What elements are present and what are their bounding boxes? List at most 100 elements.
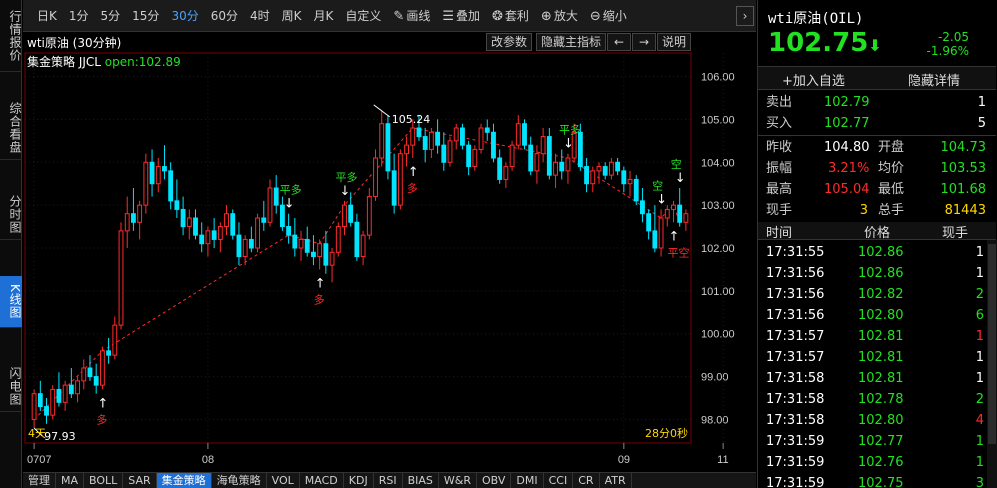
indicator-tab[interactable]: BIAS (403, 473, 439, 488)
sell-signal-label: 空 (652, 178, 663, 192)
indicator-tab[interactable]: 管理 (23, 473, 56, 488)
tick-row: 17:31:56 102.82 2 (758, 284, 984, 305)
period-toolbar: 日K 1分 5分 15分 30分 60分 4时 周K 月K 自定义 ✎ 画线 ☰ 叠… (23, 0, 756, 32)
candle-body (99, 350, 105, 386)
zoom-out-button[interactable]: ⊖ 缩小 (584, 0, 633, 32)
candle-body (149, 161, 155, 185)
indicator-tab[interactable]: VOL (267, 473, 300, 488)
y-tick-label: 101.00 (701, 286, 735, 298)
candle-body (366, 196, 372, 236)
tick-row: 17:31:59 102.76 1 (758, 452, 984, 473)
tick-time: 17:31:58 (766, 392, 825, 407)
candle-body (584, 166, 589, 185)
indicator-tab[interactable]: KDJ (344, 473, 374, 488)
indicator-tab[interactable]: RSI (374, 473, 403, 488)
tick-row: 17:31:57 102.81 1 (758, 326, 984, 347)
indicator-tab[interactable]: CR (573, 473, 600, 488)
y-tick-label: 99.00 (701, 372, 729, 384)
candle-body (354, 221, 360, 258)
down-arrow-icon: ⬇ (868, 36, 882, 55)
candle-body (217, 226, 223, 240)
left-tab-bar: 行情报价 综合看盘 分时图 K线图 闪电图 (0, 0, 22, 488)
indicator-tab[interactable]: MACD (300, 473, 344, 488)
divider (758, 135, 996, 136)
hide-detail-button[interactable]: 隐藏详情 (908, 70, 960, 89)
candle-body (540, 136, 546, 155)
scroll-left-button[interactable]: ← (607, 33, 631, 51)
indicator-tab[interactable]: ATR (600, 473, 632, 488)
tab-flash[interactable]: 闪电图 (0, 362, 22, 412)
tick-volume: 1 (975, 434, 984, 449)
indicator-tab[interactable]: BOLL (84, 473, 124, 488)
candle-body (466, 144, 472, 168)
period-week[interactable]: 周K (276, 0, 308, 32)
indicator-tab[interactable]: SAR (123, 473, 157, 488)
period-4h[interactable]: 4时 (244, 0, 276, 32)
candle-body (441, 144, 447, 163)
period-30min[interactable]: 30分 (165, 0, 204, 32)
last-price: 102.75⬇ (768, 28, 882, 58)
period-60min[interactable]: 60分 (205, 0, 244, 32)
period-15min[interactable]: 15分 (126, 0, 165, 32)
candle-body (112, 324, 118, 356)
arbitrage-icon: ❂ (492, 8, 503, 24)
buy-signal-label: 多 (407, 181, 418, 195)
edit-params-button[interactable]: 改参数 (486, 33, 533, 51)
sell-arrow-icon: ↓ (563, 137, 574, 152)
tab-quotes[interactable]: 行情报价 (0, 0, 22, 72)
help-button[interactable]: 说明 (657, 33, 692, 51)
tick-time: 17:31:56 (766, 266, 825, 281)
indicator-tab[interactable]: DMI (511, 473, 544, 488)
arbitrage-button[interactable]: ❂ 套利 (486, 0, 535, 32)
indicator-tab[interactable]: MA (56, 473, 85, 488)
candle-body (286, 226, 292, 236)
toolbar-more-button[interactable]: › (736, 6, 754, 26)
scroll-right-button[interactable]: → (632, 33, 656, 51)
indicator-tab[interactable]: CCI (544, 473, 574, 488)
indicator-tab[interactable]: 海龟策略 (212, 473, 267, 488)
tab-timeshare[interactable]: 分时图 (0, 190, 22, 240)
candle-body (329, 251, 335, 266)
overlay-button[interactable]: ☰ 叠加 (436, 0, 486, 32)
candle-body (230, 213, 236, 236)
candle-body (342, 204, 347, 228)
zoom-in-button[interactable]: ⊕ 放大 (535, 0, 584, 32)
tick-scrollbar-thumb[interactable] (988, 244, 996, 444)
period-custom[interactable]: 自定义 (339, 0, 387, 32)
tick-row: 17:31:58 102.80 4 (758, 410, 984, 431)
tab-overview[interactable]: 综合看盘 (0, 96, 22, 160)
candle-body (553, 161, 558, 176)
candle-body (397, 153, 403, 206)
period-5min[interactable]: 5分 (95, 0, 127, 32)
indicator-tab[interactable]: W&R (439, 473, 477, 488)
candle-body (174, 200, 180, 210)
add-watchlist-button[interactable]: +加入自选 (782, 70, 845, 89)
draw-line-button[interactable]: ✎ 画线 (387, 0, 436, 32)
candle-body (621, 170, 627, 185)
period-1min[interactable]: 1分 (63, 0, 95, 32)
sell-arrow-icon: ↓ (675, 171, 686, 186)
candle-body (422, 136, 428, 150)
candle-body (335, 226, 341, 253)
indicator-tab-bar: 管理 MA BOLL SAR 集金策略 海龟策略 VOL MACD KDJ RSI BIAS W&R O… (23, 472, 756, 488)
y-tick-label: 105.00 (701, 114, 735, 126)
tab-kline[interactable]: K线图 (0, 276, 22, 328)
hide-indicator-button[interactable]: 隐藏主指标 (536, 33, 607, 51)
indicator-tab[interactable]: OBV (477, 473, 512, 488)
indicator-tab[interactable]: 集金策略 (156, 473, 212, 488)
period-day[interactable]: 日K (23, 0, 63, 32)
candle-body (118, 230, 124, 326)
candle-body (416, 127, 422, 138)
candle-body (602, 166, 608, 176)
period-month[interactable]: 月K (308, 0, 340, 32)
candle-body (491, 131, 496, 159)
candle-body (168, 170, 174, 202)
candle-body (652, 230, 658, 249)
tick-row: 17:31:58 102.78 2 (758, 389, 984, 410)
kline-chart[interactable]: 98.00 99.00 100.00 101.00 102.00 103.00 104.00… (23, 51, 756, 472)
sell-signal-label: 平多 (280, 183, 302, 197)
candle-body (534, 153, 540, 172)
strategy-label: 集金策略 JJCL open:102.89 (27, 55, 181, 69)
tick-volume: 1 (975, 350, 984, 365)
candle-body (509, 144, 515, 168)
